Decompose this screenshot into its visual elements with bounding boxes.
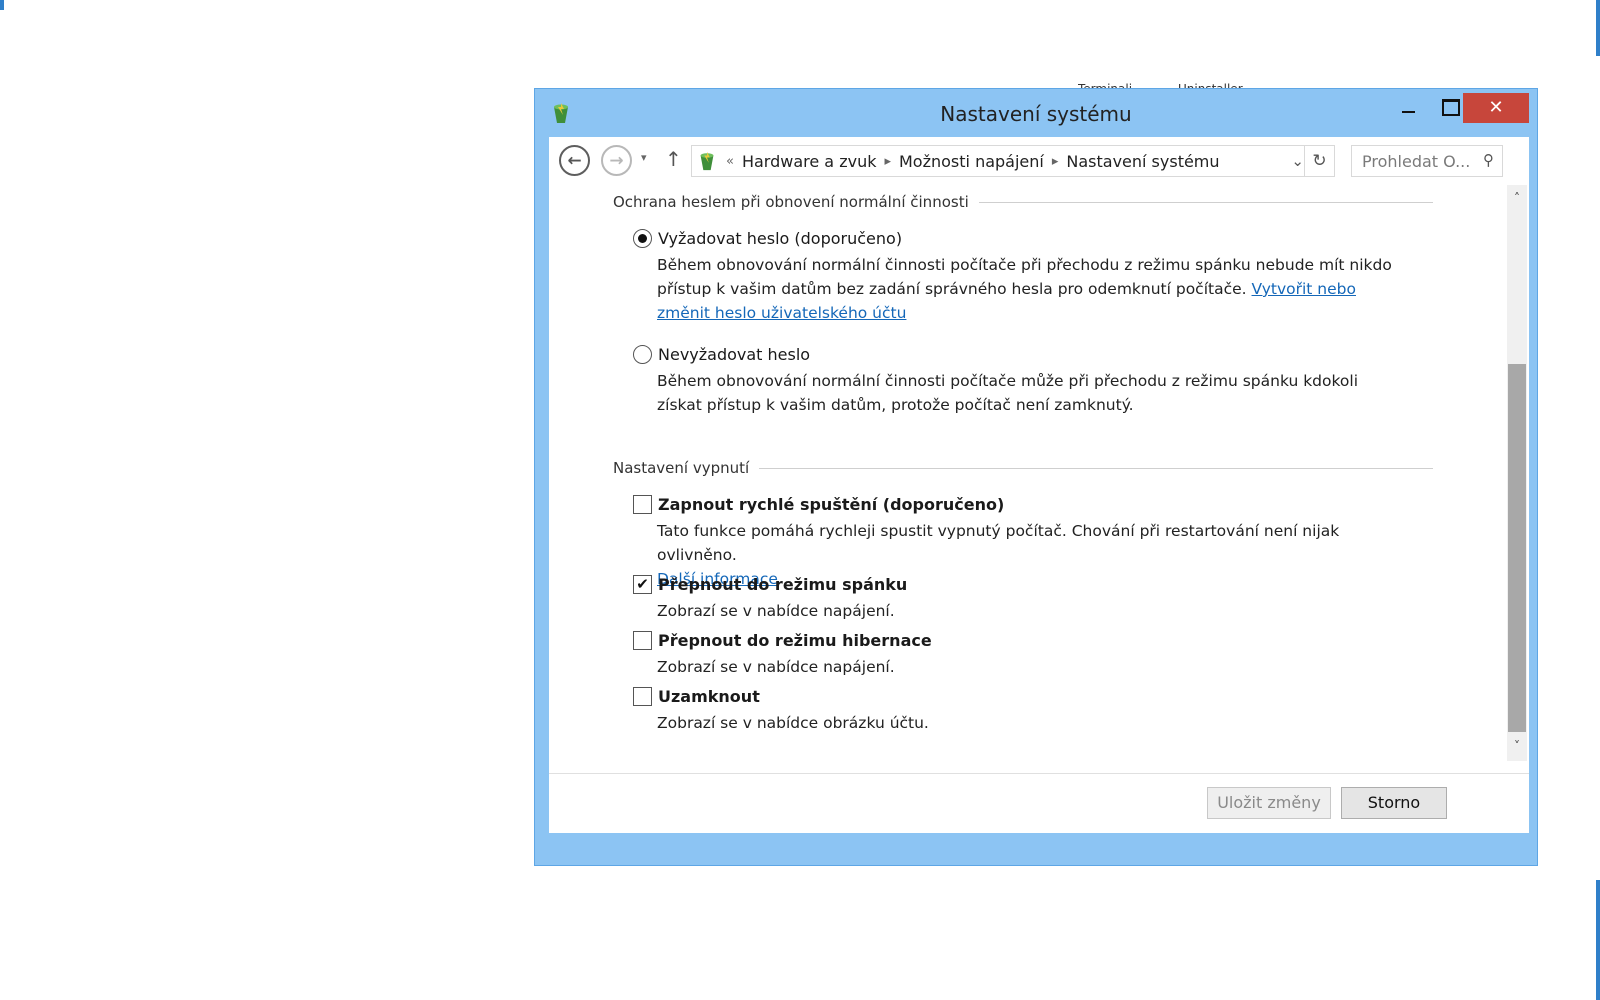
lock-checkbox[interactable] xyxy=(633,687,652,706)
sleep-option: ✔ Přepnout do režimu spánku Zobrazí se v… xyxy=(633,575,1403,623)
option-description: Zobrazí se v nabídce napájení. xyxy=(657,602,895,620)
fast-startup-checkbox[interactable] xyxy=(633,495,652,514)
desktop-edge-accent-right-bottom xyxy=(1596,880,1600,1000)
option-description: Během obnovování normální činnosti počít… xyxy=(657,372,1359,414)
shutdown-section-heading: Nastavení vypnutí xyxy=(613,459,1433,477)
search-input[interactable]: Prohledat O... ⚲ xyxy=(1351,145,1503,177)
checkbox-label[interactable]: Přepnout do režimu spánku xyxy=(658,575,907,594)
sleep-checkbox[interactable]: ✔ xyxy=(633,575,652,594)
save-changes-button[interactable]: Uložit změny xyxy=(1207,787,1331,819)
recent-locations-dropdown[interactable]: ▾ xyxy=(641,151,647,164)
hibernate-row[interactable]: Přepnout do režimu hibernace xyxy=(633,631,1403,650)
settings-content: Ochrana heslem při obnovení normální čin… xyxy=(549,185,1529,773)
window-title: Nastavení systému xyxy=(940,102,1132,126)
hibernate-checkbox[interactable] xyxy=(633,631,652,650)
system-settings-window: Nastavení systému ✕ ← → ▾ ↑ « Hardware a… xyxy=(534,88,1538,866)
section-title: Nastavení vypnutí xyxy=(613,459,750,477)
breadcrumb-item-hardware[interactable]: Hardware a zvuk xyxy=(742,152,877,171)
no-password-radio-row[interactable]: Nevyžadovat heslo xyxy=(633,345,1403,364)
breadcrumb[interactable]: « Hardware a zvuk ▸ Možnosti napájení ▸ … xyxy=(691,145,1335,177)
desktop-edge-accent-right-top xyxy=(1596,0,1600,56)
breadcrumb-overflow-icon[interactable]: « xyxy=(726,154,734,169)
cancel-button[interactable]: Storno xyxy=(1341,787,1447,819)
breadcrumb-item-power-options[interactable]: Možnosti napájení xyxy=(899,152,1044,171)
forward-button[interactable]: → xyxy=(601,145,632,176)
lock-row[interactable]: Uzamknout xyxy=(633,687,1403,706)
up-button[interactable]: ↑ xyxy=(665,147,682,171)
description-text: Tato funkce pomáhá rychleji spustit vypn… xyxy=(657,522,1340,564)
scroll-down-icon[interactable]: ˅ xyxy=(1507,737,1527,755)
no-password-option: Nevyžadovat heslo Během obnovování normá… xyxy=(633,345,1403,417)
minimize-button[interactable] xyxy=(1389,93,1429,123)
checkbox-label[interactable]: Přepnout do režimu hibernace xyxy=(658,631,932,650)
section-title: Ochrana heslem při obnovení normální čin… xyxy=(613,193,969,211)
fast-startup-row[interactable]: Zapnout rychlé spuštění (doporučeno) xyxy=(633,495,1403,514)
checkbox-label[interactable]: Zapnout rychlé spuštění (doporučeno) xyxy=(658,495,1004,514)
scroll-thumb[interactable] xyxy=(1508,364,1526,732)
chevron-right-icon[interactable]: ▸ xyxy=(884,154,891,169)
search-placeholder: Prohledat O... xyxy=(1362,152,1471,171)
lock-option: Uzamknout Zobrazí se v nabídce obrázku ú… xyxy=(633,687,1403,735)
vertical-scrollbar[interactable]: ˄ ˅ xyxy=(1507,185,1527,761)
chevron-down-icon[interactable]: ⌄ xyxy=(1291,152,1304,170)
close-button[interactable]: ✕ xyxy=(1463,93,1529,123)
hibernate-option: Přepnout do režimu hibernace Zobrazí se … xyxy=(633,631,1403,679)
no-password-radio[interactable] xyxy=(633,345,652,364)
scroll-up-icon[interactable]: ˄ xyxy=(1507,189,1527,207)
back-button[interactable]: ← xyxy=(559,145,590,176)
refresh-button[interactable]: ↻ xyxy=(1304,146,1334,176)
chevron-right-icon[interactable]: ▸ xyxy=(1052,154,1059,169)
search-icon[interactable]: ⚲ xyxy=(1483,151,1494,169)
checkbox-label[interactable]: Uzamknout xyxy=(658,687,760,706)
require-password-radio-row[interactable]: Vyžadovat heslo (doporučeno) xyxy=(633,229,1403,248)
radio-label[interactable]: Vyžadovat heslo (doporučeno) xyxy=(658,229,902,248)
require-password-option: Vyžadovat heslo (doporučeno) Během obnov… xyxy=(633,229,1403,325)
radio-label[interactable]: Nevyžadovat heslo xyxy=(658,345,810,364)
section-divider xyxy=(759,467,1433,469)
option-description: Zobrazí se v nabídce obrázku účtu. xyxy=(657,714,929,732)
breadcrumb-item-system-settings[interactable]: Nastavení systému xyxy=(1066,152,1219,171)
option-description: Během obnovování normální činnosti počít… xyxy=(657,253,1403,325)
section-divider xyxy=(978,201,1433,203)
option-description: Zobrazí se v nabídce napájení. xyxy=(657,658,895,676)
sleep-row[interactable]: ✔ Přepnout do režimu spánku xyxy=(633,575,1403,594)
address-bar: ← → ▾ ↑ « Hardware a zvuk ▸ Možnosti nap… xyxy=(549,137,1529,185)
desktop-edge-accent-top xyxy=(0,0,4,10)
password-section-heading: Ochrana heslem při obnovení normální čin… xyxy=(613,193,1433,211)
control-panel-icon xyxy=(700,151,714,171)
title-bar[interactable]: Nastavení systému ✕ xyxy=(535,89,1537,137)
dialog-footer: Uložit změny Storno xyxy=(549,773,1529,833)
require-password-radio[interactable] xyxy=(633,229,652,248)
